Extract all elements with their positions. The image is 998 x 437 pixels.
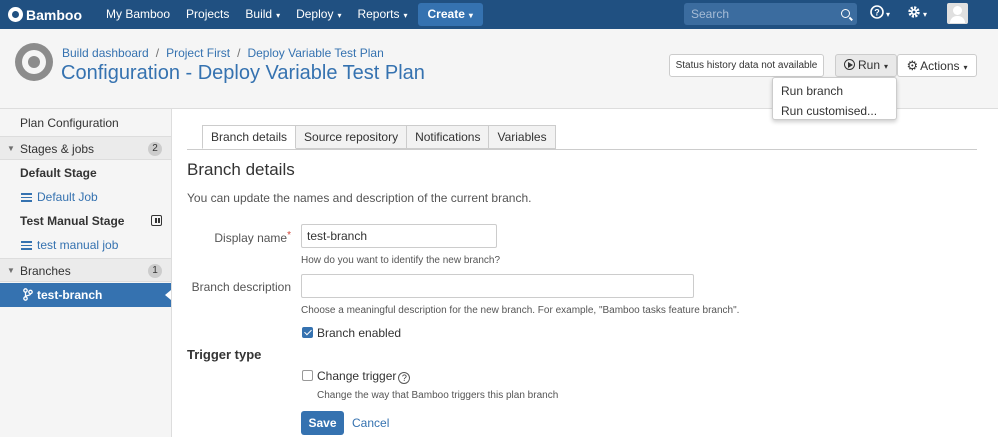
tab-source-repository[interactable]: Source repository — [296, 125, 408, 149]
nav-projects[interactable]: Projects — [178, 0, 237, 29]
breadcrumb-plan[interactable]: Deploy Variable Test Plan — [247, 46, 383, 60]
sidebar-item-default-job[interactable]: Default Job — [0, 185, 171, 209]
breadcrumb-separator: / — [155, 46, 160, 60]
branch-enabled-label: Branch enabled — [317, 326, 402, 340]
branch-icon — [23, 288, 33, 301]
sidebar-item-manual-job[interactable]: test manual job — [0, 233, 171, 257]
nav-deploy[interactable]: Deploy ▾ — [288, 0, 349, 29]
run-branch-item[interactable]: Run branch — [773, 81, 896, 101]
stages-count-badge: 2 — [148, 142, 162, 156]
branch-description-field[interactable] — [301, 274, 694, 298]
change-trigger-hint: Change the way that Bamboo triggers this… — [317, 390, 559, 401]
display-name-hint: How do you want to identify the new bran… — [301, 255, 501, 266]
help-icon: ? — [870, 5, 884, 19]
tab-notifications[interactable]: Notifications — [407, 125, 490, 149]
change-trigger-label: Change trigger? — [317, 369, 411, 384]
chevron-down-icon: ▾ — [886, 10, 891, 19]
run-customised-item[interactable]: Run customised... — [773, 101, 896, 121]
chevron-down-icon: ▾ — [276, 11, 281, 20]
create-button[interactable]: Create ▾ — [417, 3, 483, 26]
plan-icon — [15, 43, 53, 81]
tab-bar: Branch details Source repository Notific… — [202, 125, 556, 149]
page-title: Configuration - Deploy Variable Test Pla… — [61, 62, 425, 84]
tab-divider — [187, 149, 977, 150]
breadcrumb-build-dashboard[interactable]: Build dashboard — [62, 46, 149, 60]
tab-branch-details[interactable]: Branch details — [202, 125, 297, 149]
branch-description-label: Branch description — [191, 280, 291, 294]
search-placeholder: Search — [691, 7, 730, 21]
breadcrumb-separator: / — [237, 46, 241, 60]
manual-stage-pause-icon — [151, 215, 162, 226]
nav-reports[interactable]: Reports ▾ — [349, 0, 415, 29]
search-icon — [841, 9, 850, 18]
display-name-label: Display name* — [214, 230, 291, 245]
play-icon — [843, 59, 855, 70]
save-button[interactable]: Save — [301, 411, 344, 435]
avatar[interactable] — [947, 3, 968, 24]
gear-icon — [908, 6, 920, 18]
nav-build[interactable]: Build ▾ — [237, 0, 288, 29]
chevron-down-icon: ▾ — [963, 63, 968, 72]
chevron-down-icon: ▾ — [884, 62, 889, 71]
sidebar-item-plan-configuration[interactable]: Plan Configuration — [0, 111, 171, 135]
chevron-down-icon: ▼ — [7, 266, 15, 275]
branch-enabled-checkbox[interactable] — [302, 327, 313, 338]
gear-icon: ⚙ — [906, 58, 919, 73]
chevron-down-icon: ▾ — [468, 11, 473, 20]
run-button[interactable]: Run ▾ — [835, 54, 897, 77]
help-icon[interactable]: ? — [398, 372, 411, 384]
sidebar-item-default-stage[interactable]: Default Stage — [0, 161, 171, 185]
run-dropdown-menu: Run branch Run customised... — [772, 77, 897, 120]
search-input[interactable]: Search — [684, 3, 857, 25]
nav-my-bamboo[interactable]: My Bamboo — [98, 0, 178, 29]
bamboo-logo-icon — [8, 7, 23, 22]
svg-text:?: ? — [874, 8, 880, 18]
branch-description-hint: Choose a meaningful description for the … — [301, 305, 740, 316]
tab-variables[interactable]: Variables — [489, 125, 556, 149]
cancel-link[interactable]: Cancel — [352, 416, 389, 430]
sidebar: Plan Configuration ▼ Stages & jobs 2 Def… — [0, 108, 171, 437]
job-list-icon — [21, 241, 32, 250]
breadcrumb: Build dashboard / Project First / Deploy Var… — [62, 46, 384, 60]
chevron-down-icon: ▾ — [337, 11, 342, 20]
display-name-field[interactable]: test-branch — [301, 224, 497, 248]
intro-text: You can update the names and description… — [187, 191, 532, 205]
bamboo-logo[interactable]: Bamboo — [0, 7, 98, 23]
branches-count-badge: 1 — [148, 264, 162, 278]
chevron-down-icon: ▾ — [403, 11, 408, 20]
job-list-icon — [21, 193, 32, 202]
settings-menu[interactable]: ▾ — [907, 4, 927, 20]
sidebar-item-test-branch[interactable]: test-branch — [0, 283, 171, 307]
change-trigger-checkbox[interactable] — [302, 370, 313, 381]
trigger-type-title: Trigger type — [187, 347, 262, 362]
chevron-down-icon: ▾ — [923, 10, 928, 19]
actions-button[interactable]: ⚙ Actions ▾ — [897, 54, 977, 77]
main-content: Branch details Source repository Notific… — [171, 108, 998, 437]
breadcrumb-project[interactable]: Project First — [166, 46, 230, 60]
chevron-down-icon: ▼ — [7, 144, 15, 153]
status-history-button[interactable]: Status history data not available — [669, 54, 824, 77]
sidebar-section-branches[interactable]: ▼ Branches 1 — [0, 258, 171, 282]
sidebar-item-manual-stage[interactable]: Test Manual Stage — [0, 209, 171, 233]
section-title: Branch details — [187, 160, 295, 179]
brand-name: Bamboo — [26, 6, 82, 23]
help-menu[interactable]: ? ▾ — [870, 4, 890, 20]
sidebar-section-stages[interactable]: ▼ Stages & jobs 2 — [0, 136, 171, 160]
required-marker: * — [287, 230, 291, 241]
